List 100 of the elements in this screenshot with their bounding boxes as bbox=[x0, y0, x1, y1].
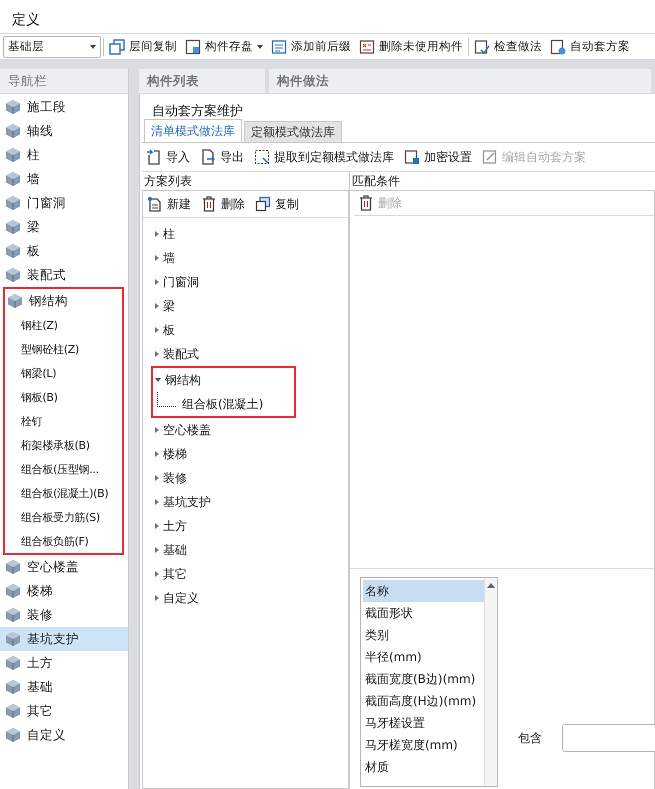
list-item[interactable]: 半径(mm) bbox=[363, 646, 484, 668]
nav-item[interactable]: 栓钉 bbox=[5, 409, 122, 433]
scroll-up-icon[interactable] bbox=[487, 583, 495, 588]
tree-item[interactable]: 楼梯 bbox=[155, 442, 348, 466]
nav-item[interactable]: 门窗洞 bbox=[0, 191, 128, 215]
caret-icon bbox=[257, 44, 263, 48]
block-icon bbox=[5, 195, 21, 211]
nav-item[interactable]: 梁 bbox=[0, 215, 128, 239]
toolbar-button[interactable]: 层间复制 bbox=[106, 36, 180, 56]
tree-item[interactable]: 基坑支护 bbox=[155, 490, 348, 514]
field-label: 包含 bbox=[518, 730, 542, 746]
tree-item[interactable]: 钢结构 bbox=[155, 368, 294, 392]
list-item[interactable]: 马牙槎宽度(mm) bbox=[363, 734, 484, 756]
nav-item[interactable]: 装修 bbox=[0, 603, 128, 627]
nav-item[interactable]: 基础 bbox=[0, 675, 128, 699]
nav-item[interactable]: 型钢砼柱(Z) bbox=[5, 337, 122, 361]
block-icon bbox=[5, 243, 21, 259]
copy-icon bbox=[255, 196, 271, 212]
block-icon bbox=[5, 219, 21, 235]
block-icon bbox=[5, 123, 21, 139]
toolbar-button[interactable]: 构件存盘 bbox=[182, 36, 266, 56]
copy-icon bbox=[109, 38, 125, 54]
trash-icon bbox=[201, 196, 217, 212]
nav-item[interactable]: 组合板负筋(F) bbox=[5, 529, 122, 553]
block-icon bbox=[5, 267, 21, 283]
block-icon bbox=[5, 607, 21, 623]
tree-item[interactable]: 柱 bbox=[155, 222, 348, 246]
tree-item[interactable]: 门窗洞 bbox=[155, 270, 348, 294]
toolbar-button[interactable]: 删除未使用构件 bbox=[356, 36, 466, 56]
list-item[interactable]: 截面形状 bbox=[363, 602, 484, 624]
nav-item[interactable]: 基坑支护 bbox=[0, 627, 128, 651]
trash-icon bbox=[358, 195, 374, 211]
nav-item[interactable]: 楼梯 bbox=[0, 579, 128, 603]
tree-item[interactable]: 板 bbox=[155, 318, 348, 342]
panel-header: 构件做法 bbox=[269, 69, 655, 94]
toolbar-button[interactable]: 删除 bbox=[201, 196, 245, 212]
list-item[interactable]: 马牙槎设置 bbox=[363, 712, 484, 734]
nav-item[interactable]: 土方 bbox=[0, 651, 128, 675]
toolbar-button[interactable]: 添加前后缀 bbox=[268, 36, 354, 56]
list-item[interactable]: 材质 bbox=[363, 756, 484, 778]
toolbar-button[interactable]: 新建 bbox=[147, 196, 191, 212]
nav-item[interactable]: 空心楼盖 bbox=[0, 555, 128, 579]
new-file-icon bbox=[147, 196, 163, 212]
panel-header: 导航栏 bbox=[0, 69, 128, 94]
block-icon bbox=[5, 655, 21, 671]
toolbar-button[interactable]: 检查做法 bbox=[471, 36, 545, 56]
tree-item[interactable]: 空心楼盖 bbox=[155, 418, 348, 442]
tree-item[interactable]: 墙 bbox=[155, 246, 348, 270]
block-icon bbox=[7, 293, 23, 309]
section-label: 匹配条件 bbox=[351, 172, 401, 190]
checklist-icon bbox=[474, 38, 490, 54]
nav-item[interactable]: 钢梁(L) bbox=[5, 361, 122, 385]
toolbar-button[interactable]: 提取到定额模式做法库 bbox=[254, 148, 394, 166]
section-label: 方案列表 bbox=[143, 172, 193, 190]
tree-item[interactable]: 装修 bbox=[155, 466, 348, 490]
extract-icon bbox=[254, 149, 270, 165]
import-icon bbox=[146, 149, 162, 165]
block-icon bbox=[5, 583, 21, 599]
list-item[interactable]: 截面宽度(B边)(mm) bbox=[363, 668, 484, 690]
block-icon bbox=[5, 559, 21, 575]
tree-item[interactable]: 基础 bbox=[155, 538, 348, 562]
nav-item[interactable]: 组合板(压型钢... bbox=[5, 457, 122, 481]
nav-item[interactable]: 钢柱(Z) bbox=[5, 313, 122, 337]
nav-item[interactable]: 装配式 bbox=[0, 263, 128, 287]
block-icon bbox=[5, 631, 21, 647]
toolbar-button[interactable]: 导出 bbox=[200, 148, 244, 166]
nav-item[interactable]: 轴线 bbox=[0, 119, 128, 143]
tree-item[interactable]: 装配式 bbox=[155, 342, 348, 366]
nav-item[interactable]: 其它 bbox=[0, 699, 128, 723]
nav-item[interactable]: 施工段 bbox=[0, 95, 128, 119]
nav-item[interactable]: 钢板(B) bbox=[5, 385, 122, 409]
tab[interactable]: 定额模式做法库 bbox=[244, 121, 342, 142]
splitter-bar[interactable] bbox=[129, 69, 139, 789]
nav-item[interactable]: 桁架楼承板(B) bbox=[5, 433, 122, 457]
toolbar-button[interactable]: 导入 bbox=[146, 148, 190, 166]
floor-dropdown[interactable]: 基础层 bbox=[3, 36, 101, 58]
window-title: 定义 bbox=[0, 0, 655, 34]
tree-item[interactable]: 组合板(混凝土) bbox=[182, 396, 264, 412]
list-item[interactable]: 类别 bbox=[363, 624, 484, 646]
toolbar-button[interactable]: 复制 bbox=[255, 196, 299, 212]
tree-item[interactable]: 其它 bbox=[155, 562, 348, 586]
nav-item[interactable]: 板 bbox=[0, 239, 128, 263]
tree-item[interactable]: 自定义 bbox=[155, 586, 348, 610]
nav-item[interactable]: 组合板(混凝土)(B) bbox=[5, 481, 122, 505]
block-icon bbox=[5, 727, 21, 743]
toolbar-button[interactable]: 加密设置 bbox=[404, 148, 472, 166]
list-item[interactable]: 名称 bbox=[363, 580, 484, 602]
input-field[interactable] bbox=[562, 724, 655, 752]
list-item[interactable]: 截面高度(H边)(mm) bbox=[363, 690, 484, 712]
nav-item[interactable]: 钢结构 bbox=[5, 289, 122, 313]
block-icon bbox=[5, 679, 21, 695]
nav-item[interactable]: 组合板受力筋(S) bbox=[5, 505, 122, 529]
nav-item[interactable]: 墙 bbox=[0, 167, 128, 191]
tree-item[interactable]: 土方 bbox=[155, 514, 348, 538]
document-icon bbox=[550, 38, 566, 54]
toolbar-button[interactable]: 自动套方案 bbox=[547, 36, 633, 56]
tree-item[interactable]: 梁 bbox=[155, 294, 348, 318]
tab[interactable]: 清单模式做法库 bbox=[144, 119, 242, 142]
nav-item[interactable]: 自定义 bbox=[0, 723, 128, 747]
nav-item[interactable]: 柱 bbox=[0, 143, 128, 167]
